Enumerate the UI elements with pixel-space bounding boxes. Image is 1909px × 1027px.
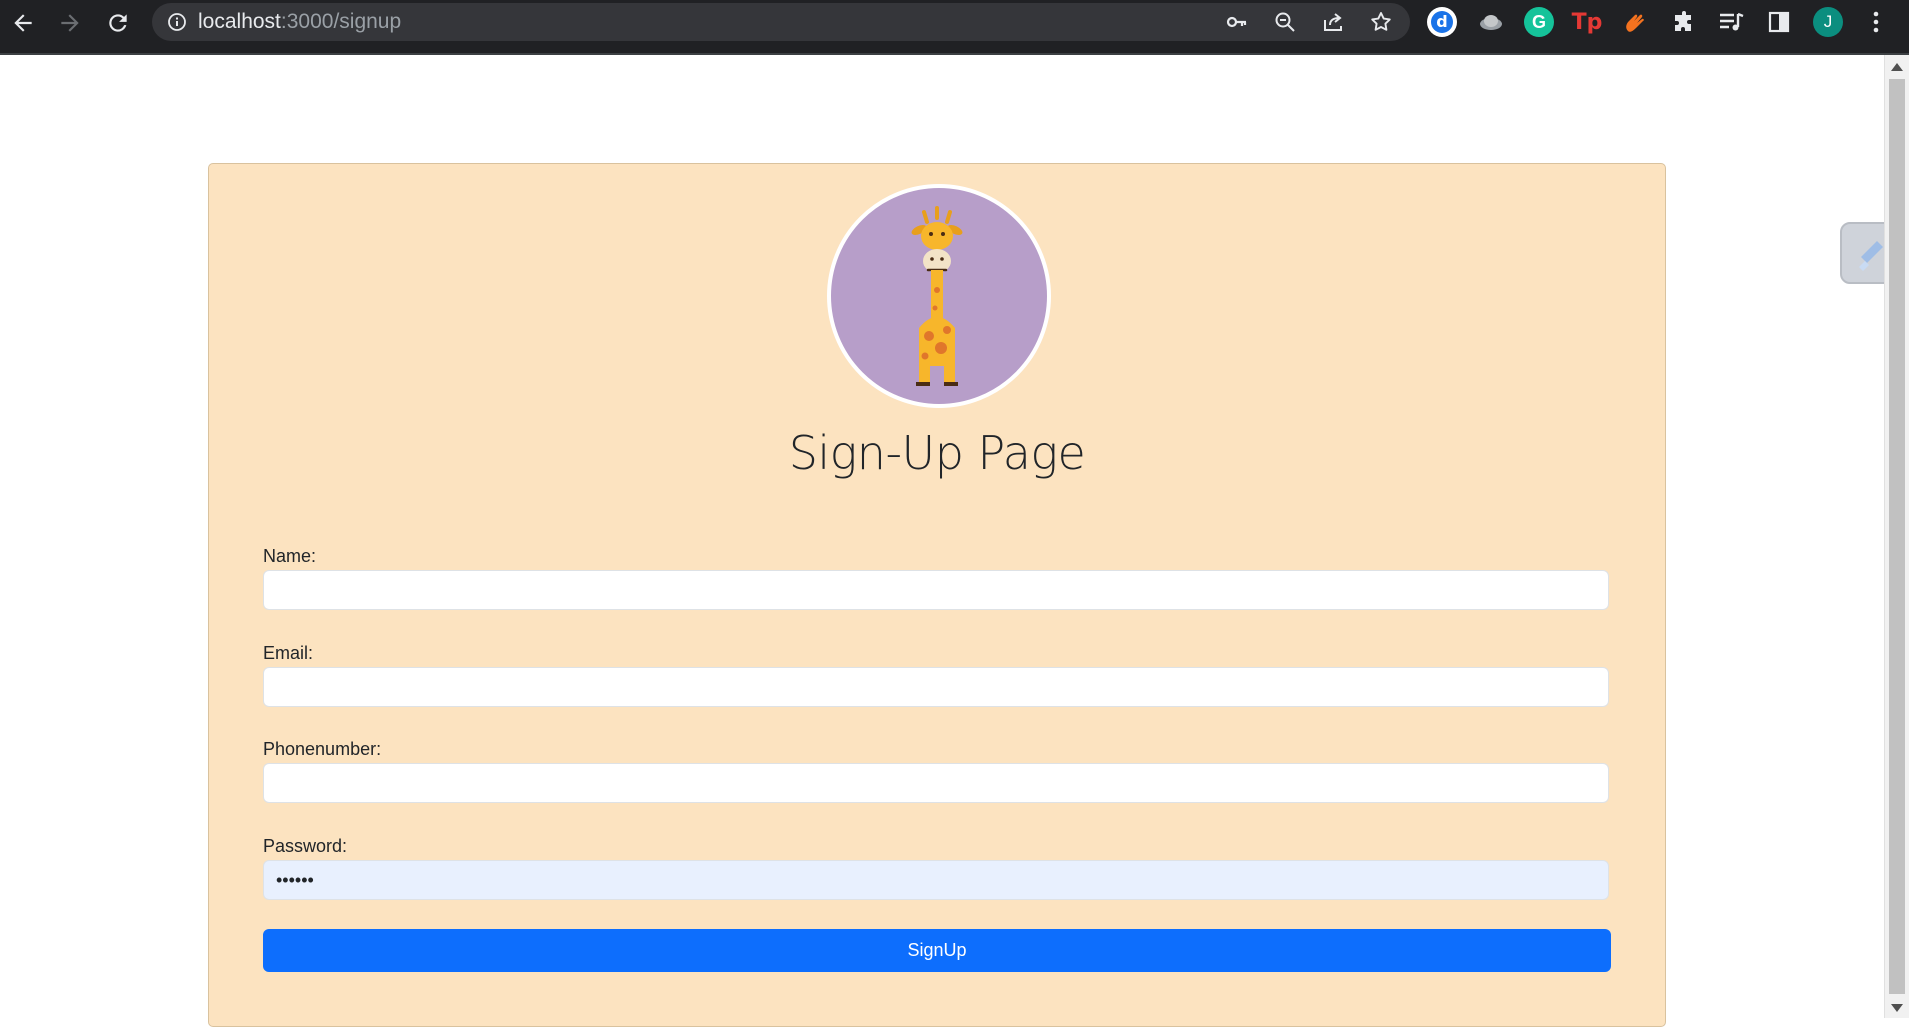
bookmark-star-icon[interactable] (1366, 8, 1396, 36)
side-panel-icon[interactable] (1762, 5, 1796, 39)
giraffe-icon (827, 184, 1051, 408)
phone-input[interactable] (263, 763, 1609, 803)
puzzle-icon[interactable] (1667, 5, 1701, 39)
name-input[interactable] (263, 570, 1609, 610)
arrow-right-icon (61, 14, 79, 32)
name-label: Name: (263, 546, 317, 566)
page-title: Sign-Up Page (788, 426, 1086, 480)
email-label: Email: (263, 643, 314, 663)
signup-button[interactable]: SignUp (263, 929, 1611, 972)
scroll-down-icon[interactable] (1891, 1004, 1903, 1012)
zoom-out-icon[interactable] (1270, 8, 1300, 36)
page-viewport: Sign-Up Page Name: Email: Phonenumber: P… (0, 55, 1885, 1027)
url-host: localhost (198, 10, 281, 33)
profile-initial: J (1813, 7, 1843, 37)
url-text: localhost:3000/signup (198, 10, 401, 34)
phone-label: Phonenumber: (263, 739, 382, 759)
share-icon[interactable] (1318, 8, 1348, 36)
grammarly-icon[interactable]: G (1522, 5, 1556, 39)
back-button[interactable] (8, 8, 38, 38)
reload-icon (109, 14, 127, 32)
menu-kebab-icon[interactable] (1859, 5, 1893, 39)
scroll-up-icon[interactable] (1891, 63, 1903, 71)
arrow-left-icon (14, 14, 32, 32)
url-path: :3000/signup (280, 10, 402, 33)
clap-extension-icon[interactable] (1618, 5, 1652, 39)
site-info-icon[interactable] (166, 11, 188, 33)
address-bar[interactable]: localhost:3000/signup (152, 3, 1410, 41)
tp-extension-icon[interactable]: Tp (1570, 5, 1604, 39)
forward-button[interactable] (55, 8, 85, 38)
email-input[interactable] (263, 667, 1609, 707)
password-label: Password: (263, 836, 348, 856)
scroll-thumb[interactable] (1889, 79, 1905, 994)
reading-list-icon[interactable] (1714, 5, 1748, 39)
profile-avatar[interactable]: J (1811, 5, 1845, 39)
key-icon[interactable] (1222, 8, 1252, 36)
hat-extension-icon[interactable] (1474, 5, 1508, 39)
vertical-scrollbar[interactable] (1884, 55, 1909, 1018)
signup-card: Sign-Up Page Name: Email: Phonenumber: P… (208, 163, 1666, 1027)
reload-button[interactable] (103, 8, 133, 38)
dictionary-icon[interactable]: d (1425, 5, 1459, 39)
password-input[interactable] (263, 860, 1609, 900)
browser-toolbar: localhost:3000/signup d G Tp J (0, 0, 1909, 55)
